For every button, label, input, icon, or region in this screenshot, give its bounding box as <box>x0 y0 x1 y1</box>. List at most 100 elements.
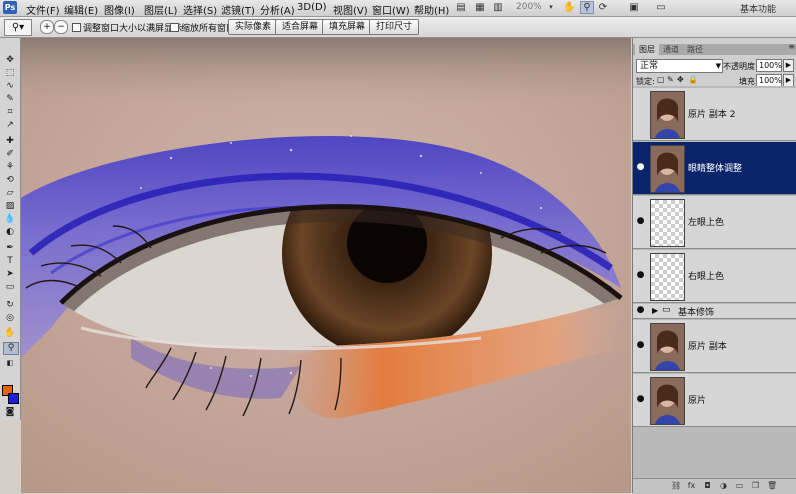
quick-selection-tool-icon[interactable]: ✎ <box>3 94 17 105</box>
tab-layers[interactable]: 图层 <box>635 44 659 55</box>
crop-tool-icon[interactable]: ⌗ <box>3 107 17 118</box>
menu-bar: Ps 文件(F) 编辑(E) 图像(I) 图层(L) 选择(S) 滤镜(T) 分… <box>0 0 796 17</box>
menu-select[interactable]: 选择(S) <box>183 2 217 17</box>
layer-row[interactable]: 原片 副本 2 <box>633 88 796 141</box>
history-brush-tool-icon[interactable]: ⟲ <box>3 175 17 186</box>
document-canvas[interactable] <box>21 38 631 493</box>
shape-tool-icon[interactable]: ▭ <box>3 282 17 293</box>
eye-icon[interactable]: ● <box>635 394 646 404</box>
menu-help[interactable]: 帮助(H) <box>414 2 449 17</box>
zoom-level-display[interactable]: 200% <box>516 2 542 12</box>
link-layers-icon[interactable]: ⛓ <box>671 481 681 490</box>
layer-thumbnail-transparent <box>650 199 685 247</box>
fit-screen-button[interactable]: 适合屏幕 <box>275 19 326 35</box>
eye-icon[interactable]: ● <box>635 305 646 315</box>
lock-transparent-icon[interactable]: ▢ <box>657 75 665 84</box>
zoom-all-windows-checkbox[interactable]: 缩放所有窗口 <box>170 21 235 34</box>
layer-name: 原片 <box>688 396 707 406</box>
zoom-tool-icon[interactable]: ⚲ <box>580 1 594 14</box>
checkbox-box[interactable] <box>170 23 179 32</box>
menu-file[interactable]: 文件(F) <box>26 2 60 17</box>
brush-tool-icon[interactable]: ✐ <box>3 149 17 160</box>
3d-orbit-tool-icon[interactable]: ◎ <box>3 313 17 324</box>
menu-view[interactable]: 视图(V) <box>333 2 368 17</box>
gradient-tool-icon[interactable]: ▨ <box>3 201 17 212</box>
blend-mode-select[interactable]: 正常 ▼ <box>636 59 723 73</box>
new-layer-icon[interactable]: ❐ <box>751 481 760 490</box>
tab-channels[interactable]: 通道 <box>659 44 683 55</box>
background-color-swatch[interactable] <box>8 393 19 404</box>
path-selection-tool-icon[interactable]: ➤ <box>3 269 17 280</box>
panel-menu-icon[interactable]: ≡ <box>788 42 795 51</box>
extras-icon[interactable]: ▥ <box>492 2 504 13</box>
menu-filter[interactable]: 滤镜(T) <box>221 2 255 17</box>
dodge-tool-icon[interactable]: ◐ <box>3 227 17 238</box>
menu-image[interactable]: 图像(I) <box>104 2 135 17</box>
zoom-out-icon[interactable]: − <box>54 20 68 34</box>
minibridge-icon[interactable]: ▦ <box>474 2 486 13</box>
move-tool-icon[interactable]: ✥ <box>3 55 17 66</box>
hand-tool-icon[interactable]: ✋ <box>3 328 17 339</box>
lock-position-icon[interactable]: ✥ <box>677 75 684 84</box>
clone-stamp-tool-icon[interactable]: ⚘ <box>3 162 17 173</box>
menu-layer[interactable]: 图层(L) <box>144 2 177 17</box>
options-bar: ⚲▾ + − 调整窗口大小以满屏显示 缩放所有窗口 实际像素 适合屏幕 填充屏幕… <box>0 17 796 38</box>
blur-tool-icon[interactable]: 💧 <box>3 214 17 225</box>
layer-row[interactable]: ● 左眼上色 <box>633 196 796 249</box>
layer-style-icon[interactable]: fx <box>687 481 696 490</box>
3d-rotate-tool-icon[interactable]: ↻ <box>3 300 17 311</box>
layer-name: 眼睛整体调整 <box>688 164 743 174</box>
eraser-tool-icon[interactable]: ▱ <box>3 188 17 199</box>
type-tool-icon[interactable]: T <box>3 256 17 267</box>
eye-icon[interactable]: ● <box>635 270 646 280</box>
arrange-documents-icon[interactable]: ▣ <box>628 2 640 13</box>
quick-mask-icon[interactable]: ◙ <box>3 407 17 418</box>
tab-paths[interactable]: 路径 <box>683 44 707 55</box>
tool-preset-picker[interactable]: ⚲▾ <box>4 19 32 36</box>
layer-row[interactable]: ● 原片 <box>633 374 796 427</box>
menu-window[interactable]: 窗口(W) <box>372 2 410 17</box>
zoom-dropdown-icon[interactable]: ▾ <box>545 2 557 13</box>
checkbox-box[interactable] <box>72 23 81 32</box>
photoshop-logo[interactable]: Ps <box>3 1 17 14</box>
bridge-icon[interactable]: ▤ <box>455 2 467 13</box>
toolbox: ✥ ⬚ ∿ ✎ ⌗ ↗ ✚ ✐ ⚘ ⟲ ▱ ▨ 💧 ◐ ✒ T ➤ ▭ ↻ ◎ … <box>0 38 21 420</box>
marquee-tool-icon[interactable]: ⬚ <box>3 68 17 79</box>
expand-arrow-icon[interactable]: ▶ <box>652 306 658 315</box>
screen-mode-icon[interactable]: ▭ <box>655 2 667 13</box>
layer-mask-icon[interactable]: ◘ <box>703 481 712 490</box>
fill-screen-button[interactable]: 填充屏幕 <box>322 19 373 35</box>
zoom-in-icon[interactable]: + <box>40 20 54 34</box>
pen-tool-icon[interactable]: ✒ <box>3 243 17 254</box>
opacity-slider-icon[interactable]: ▶ <box>783 59 794 72</box>
layer-group-row[interactable]: ● ▶ ▭ 基本修饰 <box>633 304 796 319</box>
opacity-input[interactable]: 100% <box>756 59 782 72</box>
eyedropper-tool-icon[interactable]: ↗ <box>3 120 17 131</box>
layer-row[interactable]: ● 右眼上色 <box>633 250 796 303</box>
rotate-view-icon[interactable]: ⟳ <box>597 2 609 13</box>
print-size-button[interactable]: 打印尺寸 <box>369 19 420 35</box>
workspace-switcher[interactable]: 基本功能 <box>740 2 776 15</box>
menu-edit[interactable]: 编辑(E) <box>64 2 98 17</box>
zoom-tool-icon[interactable]: ⚲ <box>3 342 19 355</box>
eye-icon[interactable]: ● <box>635 216 646 226</box>
layers-panel-footer: ⛓ fx ◘ ◑ ▭ ❐ 🗑 <box>633 478 796 494</box>
zoom-all-windows-label: 缩放所有窗口 <box>181 24 236 34</box>
menu-3d[interactable]: 3D(D) <box>297 2 327 13</box>
lasso-tool-icon[interactable]: ∿ <box>3 81 17 92</box>
hand-tool-icon[interactable]: ✋ <box>563 2 575 13</box>
default-colors-icon[interactable]: ◧ <box>3 358 17 369</box>
adjustment-layer-icon[interactable]: ◑ <box>719 481 728 490</box>
healing-brush-tool-icon[interactable]: ✚ <box>3 136 17 147</box>
layer-row-selected[interactable]: ● 眼睛整体调整 <box>633 142 796 195</box>
menu-analysis[interactable]: 分析(A) <box>260 2 295 17</box>
lock-all-icon[interactable]: 🔒 <box>688 75 698 84</box>
eye-icon[interactable]: ● <box>635 162 646 172</box>
layer-row[interactable]: ● 原片 副本 <box>633 320 796 373</box>
trash-icon[interactable]: 🗑 <box>767 481 777 490</box>
eye-icon[interactable]: ● <box>635 340 646 350</box>
actual-pixels-button[interactable]: 实际像素 <box>228 19 279 35</box>
new-group-icon[interactable]: ▭ <box>735 481 744 490</box>
resize-windows-checkbox[interactable]: 调整窗口大小以满屏显示 <box>72 21 182 34</box>
lock-image-icon[interactable]: ✎ <box>667 75 674 84</box>
